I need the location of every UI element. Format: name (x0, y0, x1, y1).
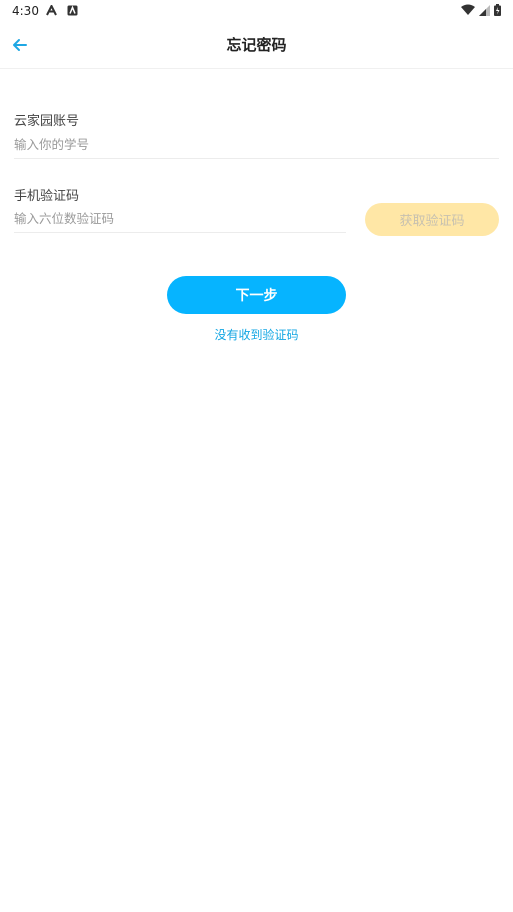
page-title: 忘记密码 (226, 36, 287, 54)
account-input[interactable] (14, 133, 499, 155)
account-underline (14, 158, 499, 159)
sms-code-underline (14, 232, 346, 233)
next-button[interactable]: 下一步 (167, 276, 346, 314)
signal-icon (479, 4, 490, 19)
wifi-icon (461, 4, 475, 19)
status-bar: 4:30 (0, 0, 513, 22)
status-notification-icons (46, 3, 78, 19)
app-toolbar: 忘记密码 (0, 22, 513, 69)
sms-code-input[interactable] (14, 207, 346, 229)
get-code-button[interactable]: 获取验证码 (365, 203, 499, 236)
sms-code-label: 手机验证码 (14, 189, 80, 204)
no-code-link[interactable]: 没有收到验证码 (0, 326, 513, 343)
status-time: 4:30 (12, 4, 39, 18)
battery-icon (494, 4, 501, 19)
notification-a-icon (46, 3, 57, 19)
status-system-icons (461, 4, 501, 19)
account-label: 云家园账号 (14, 114, 80, 129)
notification-box-icon (67, 5, 78, 19)
